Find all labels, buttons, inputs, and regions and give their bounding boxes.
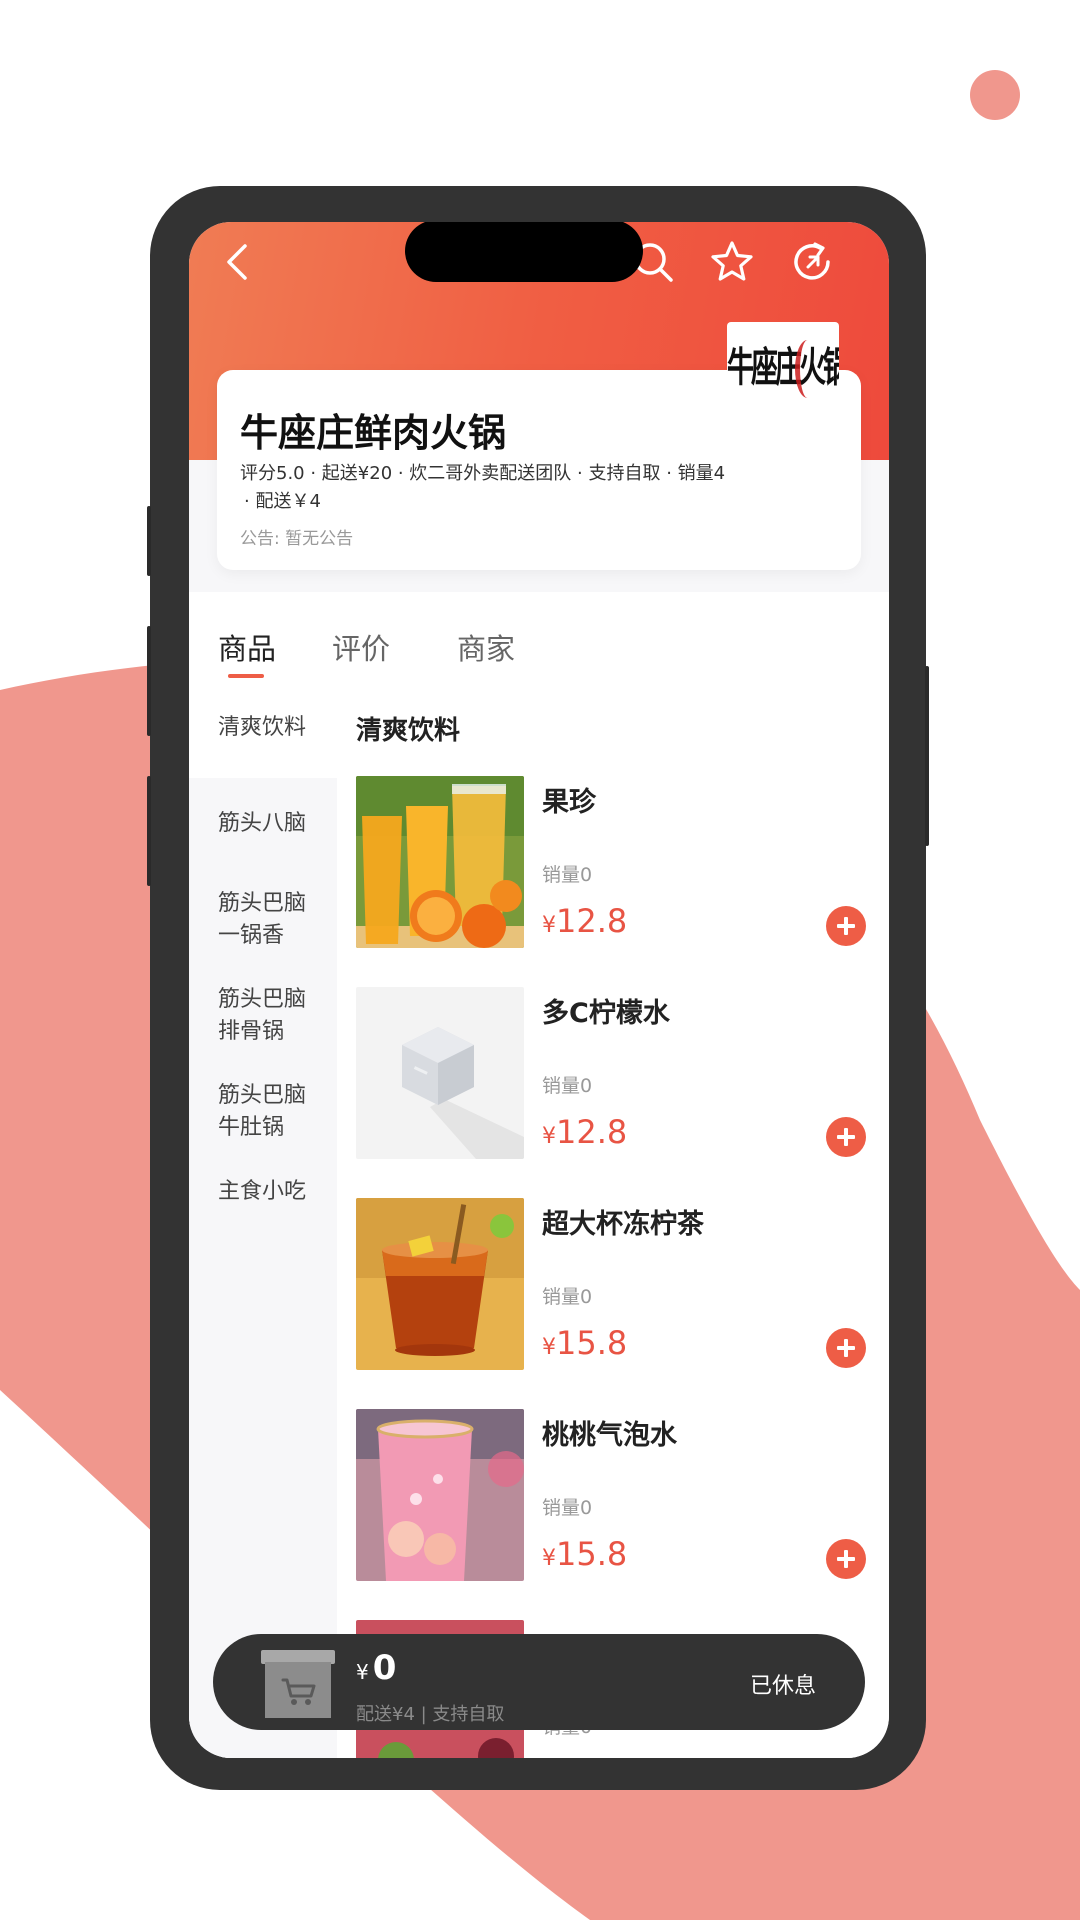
tab-merchant[interactable]: 商家 — [457, 626, 515, 668]
shop-logo-flame-mark — [795, 340, 820, 398]
category-item-drinks[interactable]: 清爽饮料 — [189, 682, 337, 778]
menu-content: 清爽饮料 筋头八脑 筋头巴脑一锅香 筋头巴脑排骨锅 筋头巴脑牛肚锅 主食小吃 清… — [189, 682, 889, 1758]
app-screen: 牛座庄火锅 牛座庄鲜肉火锅 评分5.0 · 起送¥20 · 炊二哥外卖配送团队 … — [189, 222, 889, 1758]
product-sales: 销量0 — [542, 864, 593, 886]
product-name: 超大杯冻柠茶 — [542, 1209, 704, 1240]
add-to-cart-button[interactable] — [826, 1539, 866, 1579]
add-to-cart-button[interactable] — [826, 1328, 866, 1368]
chevron-left-icon[interactable] — [215, 238, 263, 286]
category-item-staples[interactable]: 主食小吃 — [189, 1176, 337, 1208]
category-item-jintou-pot[interactable]: 筋头巴脑一锅香 — [189, 888, 319, 952]
cart-icon[interactable] — [259, 1648, 337, 1720]
category-item-jintou-banao[interactable]: 筋头八脑 — [189, 808, 319, 840]
shop-closed-status[interactable]: 已休息 — [750, 1668, 816, 1700]
tab-active-indicator — [228, 674, 264, 678]
product-price: ¥12.8 — [542, 902, 628, 940]
product-price: ¥15.8 — [542, 1535, 628, 1573]
product-name: 多C柠檬水 — [542, 998, 670, 1029]
cart-bar[interactable]: ¥0 配送¥4 | 支持自取 已休息 — [213, 1634, 865, 1730]
product-name: 桃桃气泡水 — [542, 1420, 677, 1451]
product-name: 果珍 — [542, 787, 596, 818]
product-item[interactable]: 多C柠檬水 销量0 ¥12.8 — [356, 987, 866, 1163]
product-image-orange-juice — [356, 776, 524, 948]
product-image-peach-soda — [356, 1409, 524, 1581]
product-sales: 销量0 — [542, 1286, 593, 1308]
tab-bar: 商品 评价 商家 — [189, 592, 889, 682]
phone-frame: 牛座庄火锅 牛座庄鲜肉火锅 评分5.0 · 起送¥20 · 炊二哥外卖配送团队 … — [147, 186, 929, 1790]
shop-meta-line-2: · 配送￥4 — [244, 491, 321, 512]
product-image-placeholder — [356, 987, 524, 1159]
product-sales: 销量0 — [542, 1497, 593, 1519]
product-price: ¥15.8 — [542, 1324, 628, 1362]
category-item-jintou-tripe[interactable]: 筋头巴脑牛肚锅 — [189, 1080, 319, 1144]
shop-logo: 牛座庄火锅 — [727, 322, 839, 422]
section-title: 清爽饮料 — [356, 716, 461, 746]
tab-reviews[interactable]: 评价 — [332, 626, 390, 668]
shop-logo-text: 牛座庄火锅 — [727, 344, 839, 392]
add-to-cart-button[interactable] — [826, 1117, 866, 1157]
share-icon[interactable] — [788, 238, 836, 286]
product-price: ¥12.8 — [542, 1113, 628, 1151]
shop-name: 牛座庄鲜肉火锅 — [240, 411, 507, 455]
product-item[interactable]: 超大杯冻柠茶 销量0 ¥15.8 — [356, 1198, 866, 1374]
add-to-cart-button[interactable] — [826, 906, 866, 946]
category-sidebar: 清爽饮料 筋头八脑 筋头巴脑一锅香 筋头巴脑排骨锅 筋头巴脑牛肚锅 主食小吃 — [189, 682, 337, 1758]
cart-total: ¥0 — [356, 1648, 397, 1688]
cart-subtitle: 配送¥4 | 支持自取 — [356, 1704, 505, 1725]
product-item[interactable]: 果珍 销量0 ¥12.8 — [356, 776, 866, 952]
product-item[interactable]: 桃桃气泡水 销量0 ¥15.8 — [356, 1409, 866, 1585]
tab-products[interactable]: 商品 — [218, 626, 276, 668]
decorative-dot — [970, 70, 1020, 120]
product-sales: 销量0 — [542, 1075, 593, 1097]
shop-meta-line-1: 评分5.0 · 起送¥20 · 炊二哥外卖配送团队 · 支持自取 · 销量4 — [240, 463, 726, 484]
star-icon[interactable] — [708, 238, 756, 286]
shop-meta: 评分5.0 · 起送¥20 · 炊二哥外卖配送团队 · 支持自取 · 销量4 ·… — [240, 460, 800, 516]
product-image-iced-lemon-tea — [356, 1198, 524, 1370]
shop-notice: 公告: 暂无公告 — [240, 529, 354, 549]
dynamic-island — [405, 222, 643, 282]
category-item-jintou-ribs[interactable]: 筋头巴脑排骨锅 — [189, 984, 319, 1048]
